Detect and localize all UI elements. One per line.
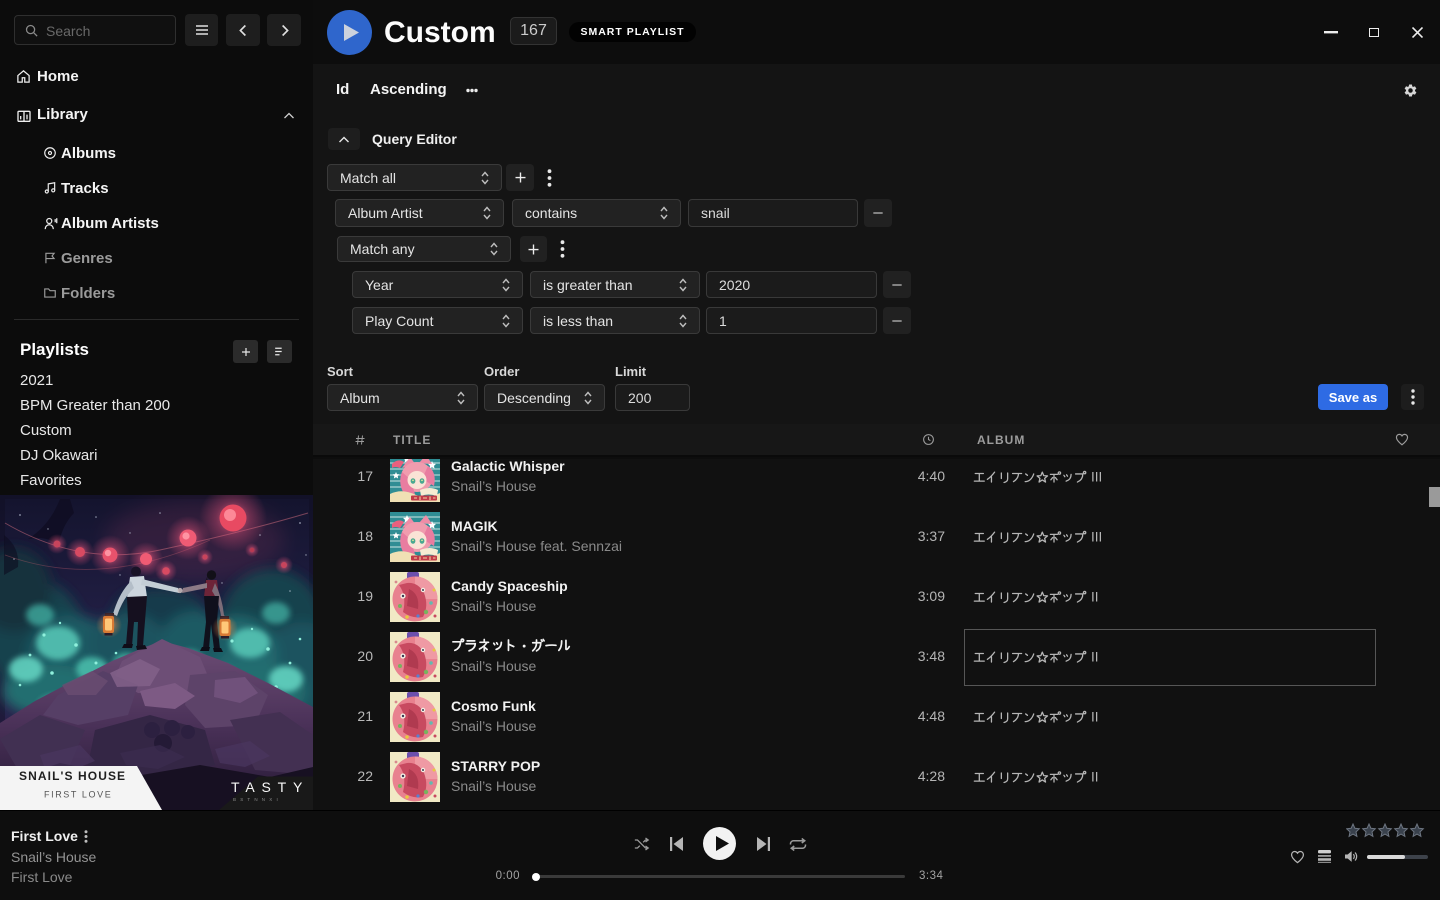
svg-text:BSTNNXI: BSTNNXI — [233, 797, 282, 802]
svg-text:SNAIL'S HOUSE: SNAIL'S HOUSE — [19, 769, 126, 783]
svg-text:III: III — [1091, 470, 1102, 485]
svg-text:II: II — [1091, 710, 1099, 725]
svg-text:II: II — [1091, 590, 1099, 605]
svg-text:FIRST LOVE: FIRST LOVE — [44, 790, 112, 800]
svg-text:II: II — [1091, 770, 1099, 785]
svg-text:III: III — [1091, 530, 1102, 545]
svg-text:TASTY: TASTY — [231, 779, 309, 795]
svg-text:II: II — [1091, 650, 1099, 665]
